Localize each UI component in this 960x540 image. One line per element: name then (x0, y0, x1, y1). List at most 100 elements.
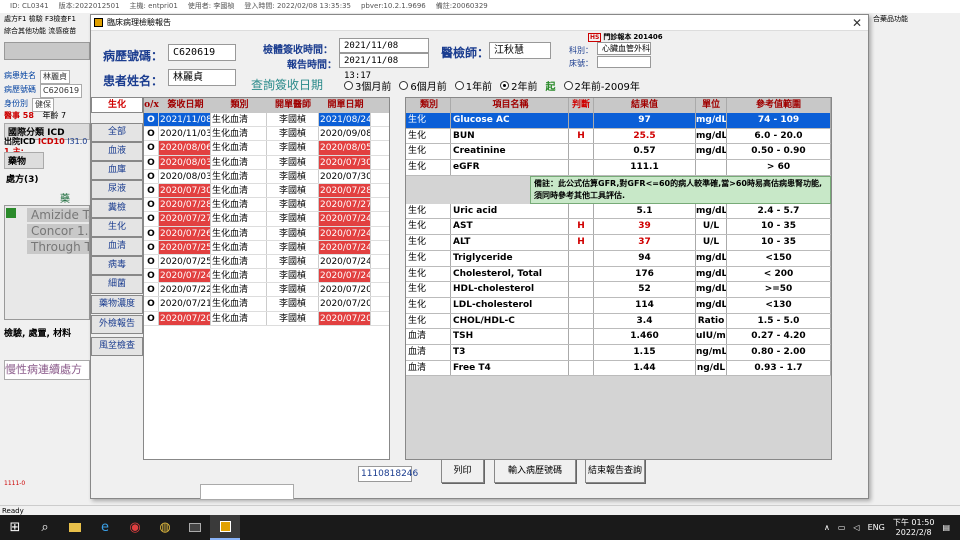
end-query-button[interactable]: 結束報告查詢 (585, 459, 645, 483)
orders-col-header[interactable]: 開單日期 (319, 98, 371, 113)
chronic-rx[interactable]: 慢性病連續處方 (4, 360, 90, 380)
results-col-header[interactable]: 單位 (696, 98, 727, 113)
right-menu[interactable]: 合藥品功能 (865, 13, 960, 27)
range-radio[interactable]: 6個月前 (399, 78, 447, 93)
notification-icon[interactable]: ▤ (942, 523, 950, 532)
order-recv-date: 2020/07/22 (160, 283, 211, 297)
side-tab[interactable]: 外檢報告 (91, 315, 143, 334)
side-tab[interactable]: 全部 (91, 123, 143, 142)
order-row[interactable]: O 2020/08/03 生化血清 李國楨 2020/07/30 (144, 169, 389, 184)
result-category: 生化 (406, 297, 451, 313)
order-row[interactable]: O 2020/07/22 生化血清 李國楨 2020/07/20 (144, 283, 389, 298)
result-item: T3 (451, 344, 569, 360)
notification-chevron-icon[interactable]: ∧ (824, 523, 830, 532)
orders-col-header[interactable]: 簽收日期 (159, 98, 211, 113)
radio-icon[interactable] (563, 81, 573, 90)
result-row[interactable]: 生化 Glucose AC 97 mg/dL 74 - 109 (406, 113, 831, 129)
order-row[interactable]: O 2020/07/27 生化血清 李國楨 2020/07/24 (144, 212, 389, 227)
terminal-icon[interactable] (180, 515, 210, 540)
order-row[interactable]: O 2020/07/25 生化血清 李國楨 2020/07/24 (144, 254, 389, 270)
result-row[interactable]: 血清TSH 1.460uIU/mL0.27 - 4.20 (406, 329, 831, 345)
order-row[interactable]: O 2020/07/21 生化血清 李國楨 2020/07/20 (144, 297, 389, 312)
range-radio[interactable]: 1年前 (454, 78, 492, 93)
drug-item[interactable]: Concor 1.25 (27, 224, 89, 238)
order-row[interactable]: O 2020/11/03 生化血清 李國楨 2020/09/08 (144, 127, 389, 142)
result-row[interactable]: 生化 CHOL/HDL-C 3.4 Ratio 1.5 - 5.0 (406, 313, 831, 330)
results-col-header[interactable]: 項目名稱 (451, 98, 569, 113)
result-row[interactable]: 血清 T3 1.15 ng/mL 0.80 - 2.00 (406, 344, 831, 361)
input-chart-no-button[interactable]: 輸入病歷號碼 (494, 459, 576, 483)
side-tab[interactable]: 生化 (91, 97, 143, 113)
results-col-header[interactable]: 參考值範圍 (727, 98, 831, 113)
result-value: 94 (594, 250, 696, 266)
file-explorer-icon[interactable] (60, 515, 90, 540)
order-row[interactable]: O 2020/07/24 生化血清 李國楨 2020/07/24 (144, 269, 389, 284)
network-icon[interactable]: ▭ (838, 523, 846, 532)
result-row[interactable]: 生化 Triglyceride 94 mg/dL <150 (406, 250, 831, 267)
radio-icon[interactable] (399, 81, 409, 90)
side-tab[interactable]: 尿液 (91, 180, 143, 199)
result-row[interactable]: 生化 Creatinine 0.57 mg/dL 0.50 - 0.90 (406, 144, 831, 161)
result-row[interactable]: 生化 BUN H 25.5 mg/dL 6.0 - 20.0 (406, 128, 831, 145)
bg-input-box[interactable] (200, 484, 294, 500)
side-tab[interactable]: 血庫 (91, 161, 143, 180)
language-indicator[interactable]: ENG (868, 523, 885, 532)
orders-col-header[interactable]: 開單醫師 (267, 98, 319, 113)
radio-icon[interactable] (500, 81, 510, 90)
order-row[interactable]: O 2020/07/20 生化血清 李國楨 2020/07/20 (144, 311, 389, 326)
result-row[interactable]: 生化 LDL-cholesterol 114 mg/dL <130 (406, 297, 831, 314)
orders-col-header[interactable]: o/x (144, 98, 159, 113)
drug-item[interactable]: Through Tab (27, 240, 89, 254)
orders-col-header[interactable]: 類別 (211, 98, 267, 113)
order-row[interactable]: O 2020/07/26 生化血清 李國楨 2020/07/24 (144, 226, 389, 241)
result-row[interactable]: 生化 HDL-cholesterol 52 mg/dL >=50 (406, 282, 831, 298)
result-row[interactable]: 血清 Free T4 1.44 ng/dL 0.93 - 1.7 (406, 360, 831, 377)
order-row[interactable]: O 2020/08/03 生化血清 李國楨 2020/07/30 (144, 155, 389, 170)
range-radio[interactable]: 2年前 (500, 78, 538, 93)
side-tab[interactable]: 生化 (91, 218, 143, 237)
radio-icon[interactable] (344, 81, 353, 90)
radio-icon[interactable] (454, 81, 464, 90)
menu-other[interactable]: 綜合其他功能 (4, 27, 46, 35)
chart-no-field[interactable]: C620619 (168, 44, 236, 61)
result-row[interactable]: 生化 Cholesterol, Total 176 mg/dL < 200 (406, 266, 831, 283)
chrome-icon[interactable]: ◍ (150, 515, 180, 540)
drug-tab[interactable]: 藥物 (4, 152, 44, 169)
side-tab[interactable]: 風坌檢查 (91, 337, 143, 356)
result-row[interactable]: 生化 ALT H 37 U/L 10 - 35 (406, 235, 831, 251)
his-app-icon[interactable] (210, 515, 240, 540)
result-row[interactable]: 生化 AST H 39 U/L 10 - 35 (406, 219, 831, 236)
menu-lab[interactable]: 檢驗 (29, 15, 43, 23)
range-end-radio[interactable]: 2年前-2009年 (563, 78, 640, 93)
order-row[interactable]: O 2020/08/06 生化血清 李國楨 2020/08/05 (144, 141, 389, 156)
edge-icon[interactable]: e (90, 515, 120, 540)
menu-flu[interactable]: 流感疫苗 (48, 27, 76, 35)
start-icon[interactable]: ⊞ (0, 515, 30, 540)
side-tab[interactable]: 病毒 (91, 256, 143, 275)
order-row[interactable]: O 2021/11/08 生化血清 李國楨 2021/08/24 (144, 113, 389, 128)
side-tab[interactable]: 血液 (91, 142, 143, 161)
clock[interactable]: 下午 01:50 2022/2/8 (893, 518, 935, 538)
order-row[interactable]: O 2020/07/30 生化血清 李國楨 2020/07/28 (144, 183, 389, 199)
side-tab[interactable]: 糞檢 (91, 199, 143, 218)
drug-item[interactable]: Amizide Tab (27, 208, 89, 222)
side-tab[interactable]: 藥物濃度 (91, 295, 143, 314)
close-icon[interactable]: ✕ (852, 15, 862, 31)
menu-exam[interactable]: F3檢查F1 (45, 15, 76, 23)
app-icon-red[interactable]: ◉ (120, 515, 150, 540)
search-icon[interactable]: ⌕ (30, 515, 60, 540)
results-col-header[interactable]: 類別 (406, 98, 451, 113)
results-col-header[interactable]: 判斷 (569, 98, 594, 113)
order-row[interactable]: O 2020/07/25 生化血清 李國楨 2020/07/24 (144, 240, 389, 255)
print-button[interactable]: 列印 (441, 459, 484, 483)
result-category: 生化 (406, 160, 451, 175)
result-row[interactable]: 生化 Uric acid 5.1 mg/dL 2.4 - 5.7 (406, 203, 831, 220)
range-radio[interactable]: 3個月前 (344, 78, 391, 93)
side-tab[interactable]: 細菌 (91, 275, 143, 294)
order-row[interactable]: O 2020/07/28 生化血清 李國楨 2020/07/27 (144, 198, 389, 213)
volume-icon[interactable]: ◁ (853, 523, 859, 532)
results-col-header[interactable]: 結果值 (594, 98, 696, 113)
result-row[interactable]: 生化 eGFR 111.1 > 60 (406, 160, 831, 176)
side-tab[interactable]: 血清 (91, 237, 143, 256)
menu-rx[interactable]: 處方F1 (4, 15, 26, 23)
